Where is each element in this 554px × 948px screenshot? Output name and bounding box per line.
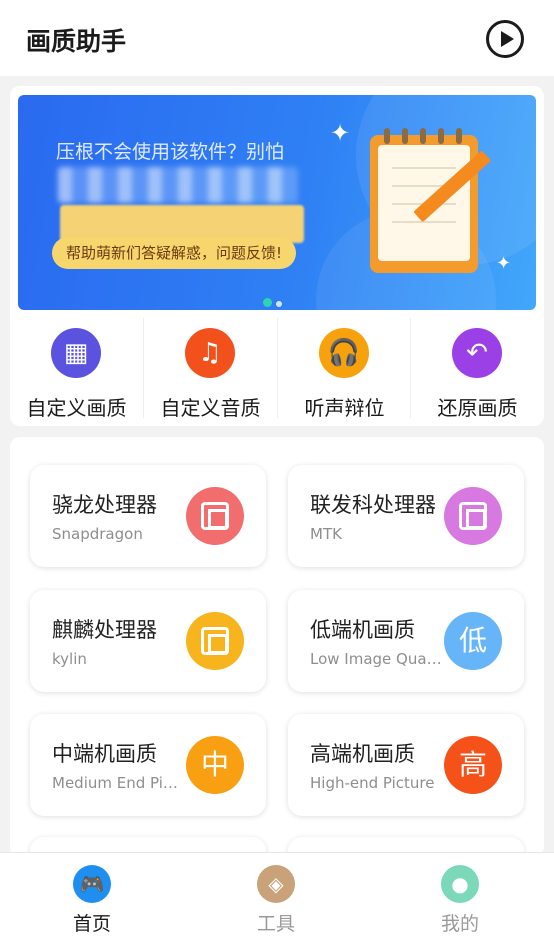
tile-kylin[interactable]: 麒麟处理器 kylin — [30, 590, 266, 692]
sparkle-icon: ✦ — [496, 253, 512, 274]
low-text-icon: 低 — [444, 612, 502, 670]
chip-icon — [186, 612, 244, 670]
tile-subtitle: kylin — [52, 650, 87, 668]
quick-action-label: 听声辩位 — [304, 396, 385, 420]
carousel-dot[interactable] — [276, 301, 282, 307]
quick-action-restore-quality[interactable]: ↶ 还原画质 — [410, 318, 543, 420]
tile-title: 低端机画质 — [310, 618, 415, 642]
banner-blurred-text — [58, 167, 298, 203]
nav-tab-mine[interactable]: ● 我的 — [400, 853, 520, 948]
play-circle-icon[interactable] — [486, 20, 524, 58]
carousel-dot-active[interactable] — [263, 298, 272, 307]
banner-headline: 压根不会使用该软件？别怕 — [56, 141, 285, 163]
tile-title: 骁龙处理器 — [52, 493, 157, 517]
quick-action-label: 还原画质 — [437, 396, 518, 420]
processor-grid-card: 骁龙处理器 Snapdragon 联发科处理器 MTK 麒麟处理器 kylin … — [10, 437, 544, 857]
quick-actions-row: ▦ 自定义画质 ♫ 自定义音质 🎧 听声辩位 ↶ 还原画质 — [10, 318, 544, 420]
tile-subtitle: MTK — [310, 525, 342, 543]
nav-label: 首页 — [72, 913, 111, 935]
box-icon: ◈ — [257, 865, 295, 903]
nav-label: 工具 — [256, 913, 295, 935]
headphones-icon: 🎧 — [319, 328, 369, 378]
quick-action-label: 自定义音质 — [160, 396, 261, 420]
chip-icon — [444, 487, 502, 545]
nav-label: 我的 — [440, 913, 479, 935]
sparkle-icon: ✦ — [330, 119, 351, 147]
bottom-nav: 🎮 首页 ◈ 工具 ● 我的 — [0, 852, 554, 948]
promo-banner[interactable]: 压根不会使用该软件？别怕 帮助萌新们答疑解惑，问题反馈! ✦ ✦ — [18, 95, 536, 310]
carousel-dots[interactable] — [263, 292, 286, 311]
user-icon: ● — [441, 865, 479, 903]
mid-text-icon: 中 — [186, 736, 244, 794]
app-title: 画质助手 — [26, 27, 127, 56]
tile-title: 麒麟处理器 — [52, 618, 157, 642]
tile-subtitle: Medium End Picture — [52, 774, 186, 792]
mosaic-icon: ▦ — [51, 328, 101, 378]
tile-low-end[interactable]: 低端机画质 Low Image Quality 低 — [288, 590, 524, 692]
tile-title: 高端机画质 — [310, 742, 415, 766]
quick-action-custom-quality[interactable]: ▦ 自定义画质 — [10, 318, 143, 420]
tile-subtitle: Low Image Quality — [310, 650, 444, 668]
music-note-icon: ♫ — [185, 328, 235, 378]
tile-mid-end[interactable]: 中端机画质 Medium End Picture 中 — [30, 714, 266, 816]
tile-high-end[interactable]: 高端机画质 High-end Picture 高 — [288, 714, 524, 816]
quick-action-sound-position[interactable]: 🎧 听声辩位 — [277, 318, 410, 420]
tile-subtitle: High-end Picture — [310, 774, 435, 792]
quick-action-label: 自定义画质 — [26, 396, 127, 420]
undo-arrow-icon: ↶ — [452, 328, 502, 378]
nav-tab-tools[interactable]: ◈ 工具 — [216, 853, 336, 948]
top-card: 压根不会使用该软件？别怕 帮助萌新们答疑解惑，问题反馈! ✦ ✦ ▦ 自定义画质 — [10, 86, 544, 426]
banner-pill-text: 帮助萌新们答疑解惑，问题反馈! — [52, 237, 297, 269]
app-header: 画质助手 — [0, 0, 554, 76]
chip-icon — [186, 487, 244, 545]
gamepad-icon: 🎮 — [73, 865, 111, 903]
tile-title: 联发科处理器 — [310, 493, 436, 517]
tile-snapdragon[interactable]: 骁龙处理器 Snapdragon — [30, 465, 266, 567]
nav-tab-home[interactable]: 🎮 首页 — [32, 853, 152, 948]
tile-subtitle: Snapdragon — [52, 525, 143, 543]
quick-action-custom-audio[interactable]: ♫ 自定义音质 — [143, 318, 276, 420]
high-text-icon: 高 — [444, 736, 502, 794]
tile-title: 中端机画质 — [52, 742, 157, 766]
tile-mtk[interactable]: 联发科处理器 MTK — [288, 465, 524, 567]
